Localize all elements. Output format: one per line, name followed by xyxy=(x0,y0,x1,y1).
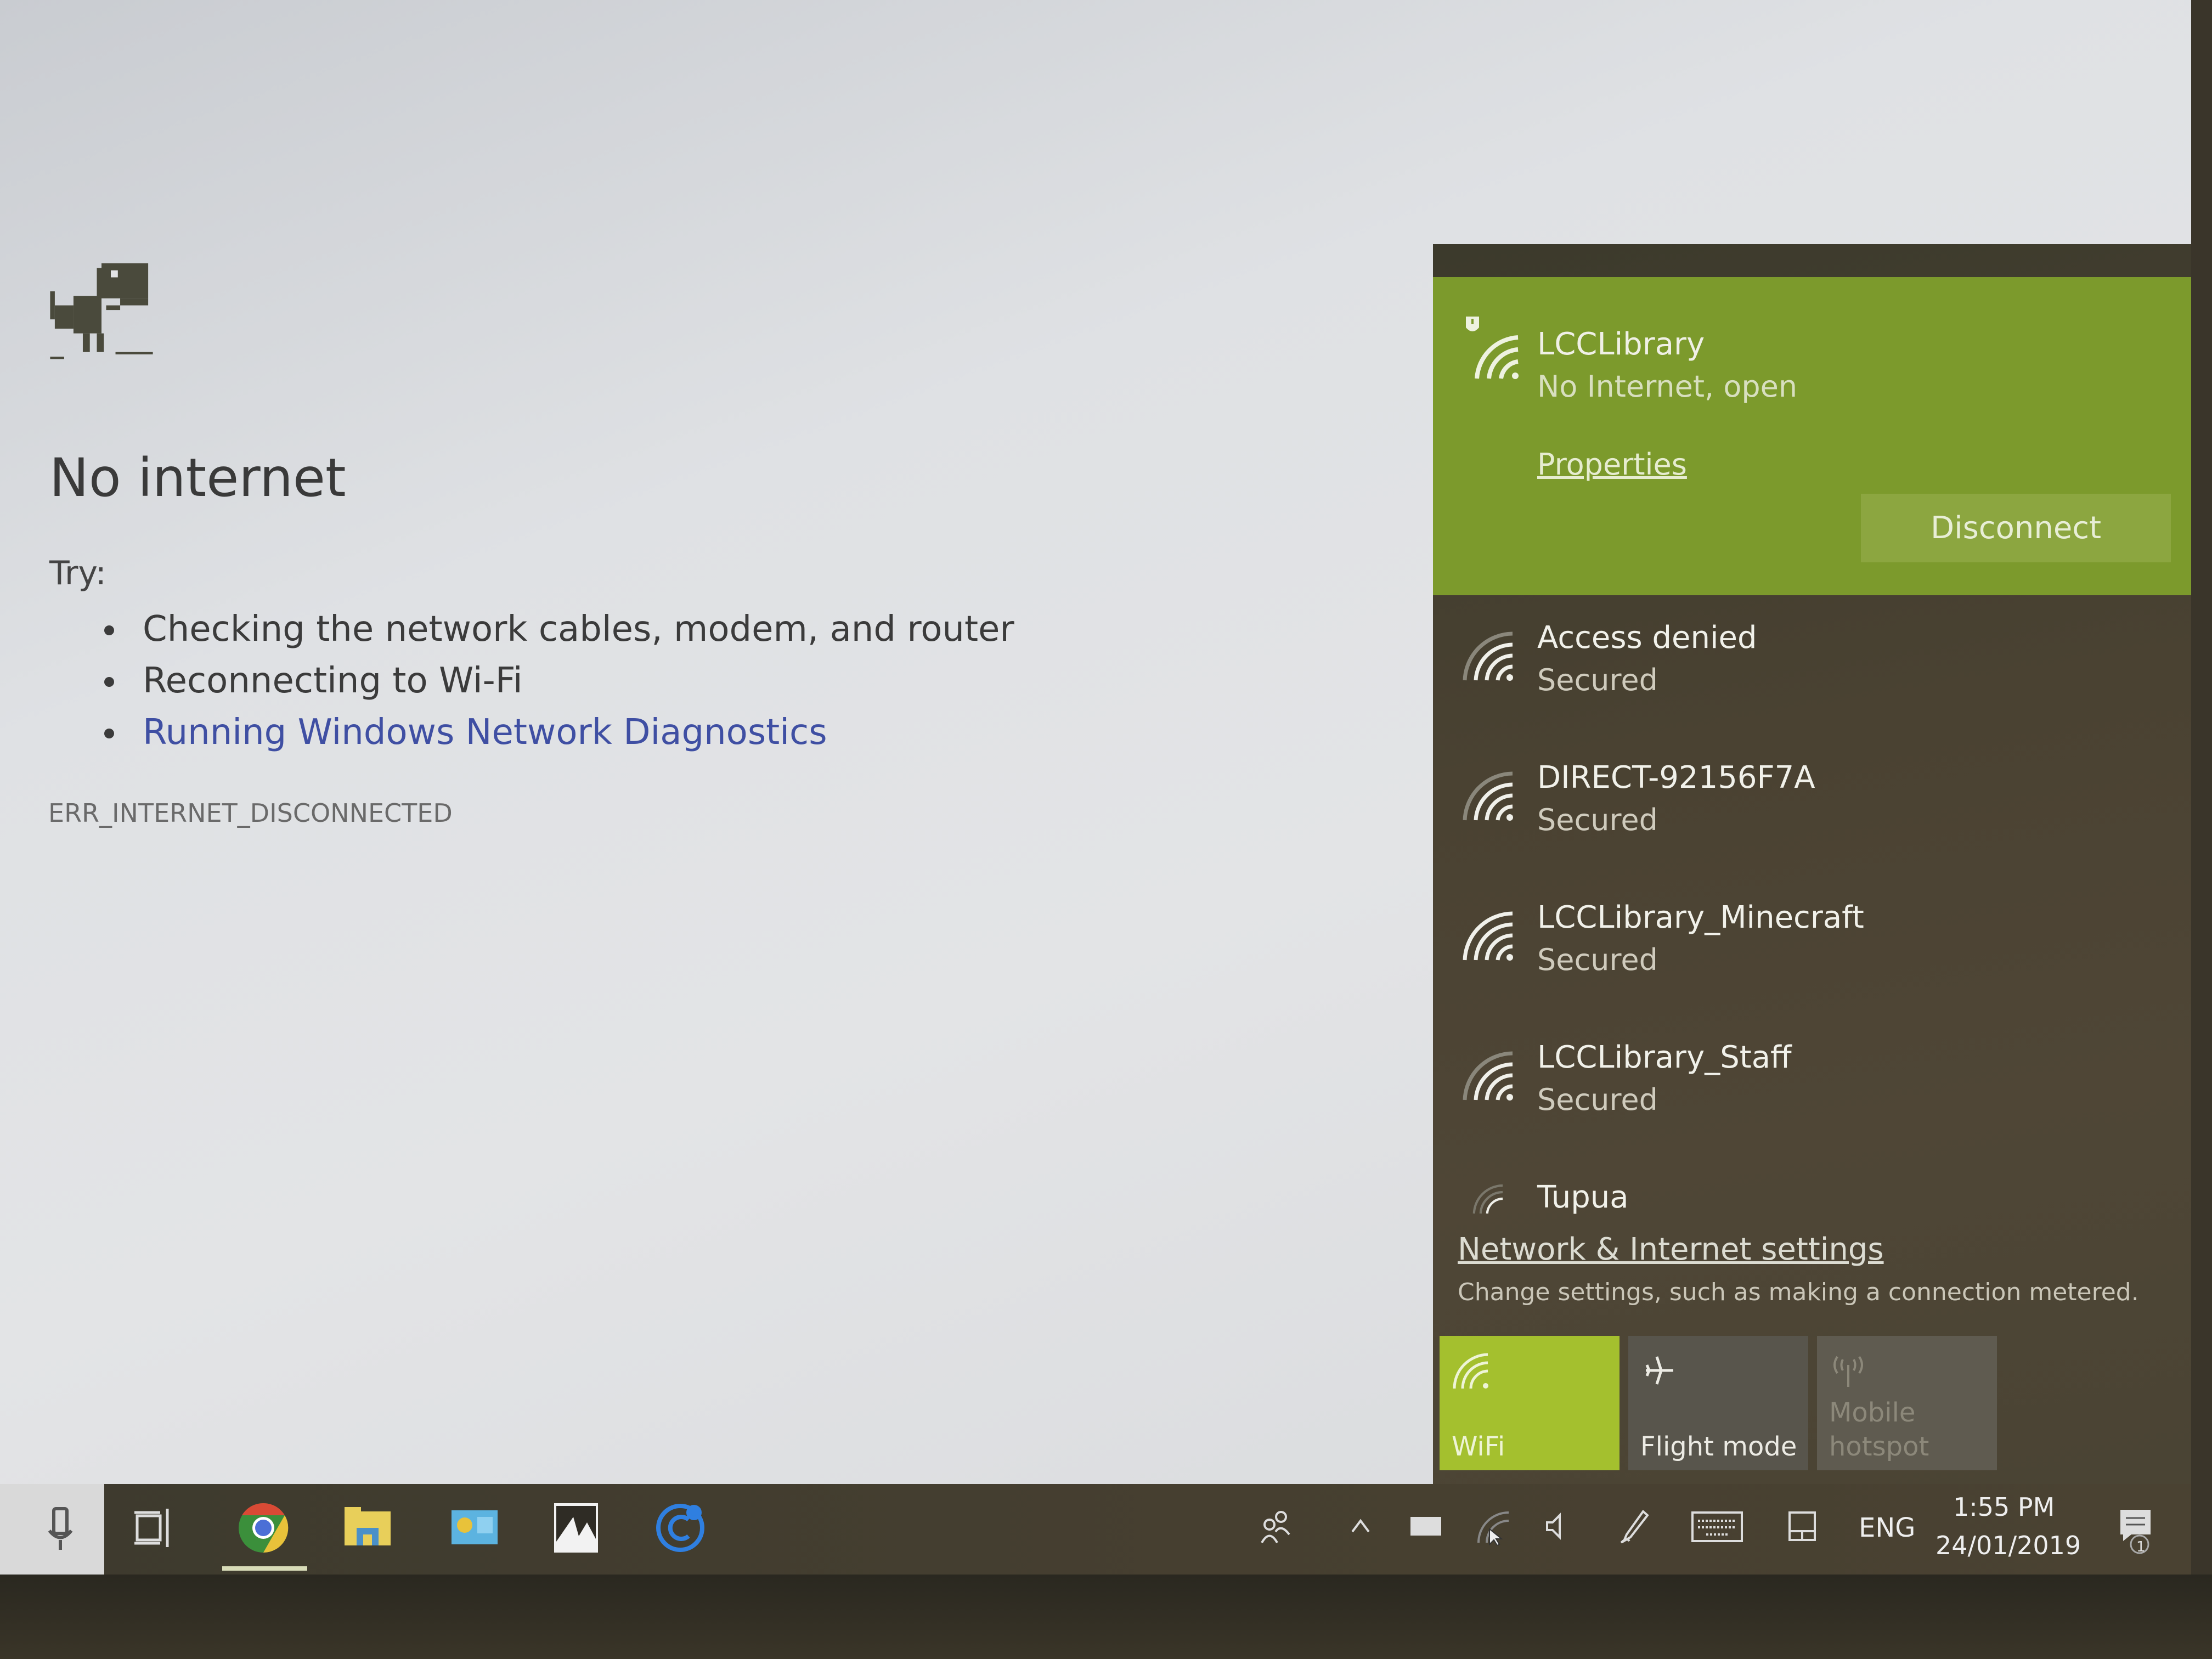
monitor-bezel-bottom xyxy=(0,1575,2212,1659)
mobile-hotspot-label: Mobile hotspot xyxy=(1829,1397,1929,1462)
network-name: LCCLibrary_Minecraft xyxy=(1537,900,1864,935)
file-explorer-icon[interactable] xyxy=(340,1500,395,1555)
network-item[interactable]: LCCLibrary_Staff Secured xyxy=(1433,1026,2191,1166)
error-code: ERR_INTERNET_DISCONNECTED xyxy=(48,798,453,828)
network-name: DIRECT-92156F7A xyxy=(1537,760,1815,795)
flight-mode-toggle[interactable]: Flight mode xyxy=(1628,1336,1808,1470)
disconnect-button[interactable]: Disconnect xyxy=(1861,494,2171,562)
suggestion-item: Reconnecting to Wi-Fi xyxy=(104,655,1014,707)
network-item[interactable]: LCCLibrary_Minecraft Secured xyxy=(1433,886,2191,1026)
network-status: No Internet, open xyxy=(1537,369,1798,404)
input-language[interactable]: ENG xyxy=(1859,1513,1915,1543)
photos-icon[interactable] xyxy=(549,1500,603,1555)
control-panel-icon[interactable] xyxy=(447,1500,502,1555)
monitor-bezel-right xyxy=(2191,0,2212,1575)
notification-count: 1 xyxy=(2136,1539,2146,1555)
clock-date[interactable]: 24/01/2019 xyxy=(1936,1531,2081,1560)
wifi-toggle-label: WiFi xyxy=(1452,1431,1505,1462)
network-status: Secured xyxy=(1537,943,1658,977)
touch-keyboard-icon[interactable] xyxy=(1690,1507,1745,1545)
suggestion-list: Checking the network cables, modem, and … xyxy=(104,603,1014,758)
volume-icon[interactable] xyxy=(1539,1507,1577,1545)
flight-mode-label: Flight mode xyxy=(1640,1431,1797,1462)
wifi-icon xyxy=(1452,1351,1490,1390)
wifi-signal-weak-icon xyxy=(1460,1182,1515,1237)
clock-time[interactable]: 1:55 PM xyxy=(1953,1492,2055,1522)
wifi-signal-icon xyxy=(1460,628,1515,683)
microphone-icon xyxy=(33,1500,88,1555)
network-item[interactable]: Tupua xyxy=(1433,1166,2191,1226)
pen-workspace-icon[interactable] xyxy=(1616,1507,1654,1545)
network-name: Tupua xyxy=(1537,1180,1629,1215)
wifi-signal-icon xyxy=(1460,908,1515,963)
network-name: Access denied xyxy=(1537,620,1757,656)
airplane-icon xyxy=(1640,1351,1679,1390)
suggestion-item: Checking the network cables, modem, and … xyxy=(104,603,1014,655)
network-name: LCCLibrary xyxy=(1537,326,1705,362)
people-icon[interactable] xyxy=(1256,1507,1295,1545)
app-icon[interactable] xyxy=(653,1500,708,1555)
network-item[interactable]: DIRECT-92156F7A Secured xyxy=(1433,746,2191,886)
network-flyout: LCCLibrary No Internet, open Properties … xyxy=(1433,244,2191,1484)
network-settings-link[interactable]: Network & Internet settings xyxy=(1458,1232,1884,1267)
action-center-icon[interactable]: 1 xyxy=(2118,1507,2156,1556)
connected-network[interactable]: LCCLibrary No Internet, open Properties … xyxy=(1433,277,2191,595)
chrome-icon[interactable] xyxy=(236,1500,291,1555)
try-label: Try: xyxy=(49,554,106,592)
network-settings-description: Change settings, such as making a connec… xyxy=(1458,1278,2139,1306)
network-status: Secured xyxy=(1537,1082,1658,1117)
page-title: No internet xyxy=(49,447,346,509)
show-hidden-icons-chevron[interactable] xyxy=(1341,1507,1380,1545)
hotspot-icon xyxy=(1829,1351,1867,1390)
wifi-signal-icon xyxy=(1460,768,1515,823)
network-tray-icon[interactable] xyxy=(1473,1507,1511,1545)
cortana-mic-button[interactable] xyxy=(0,1484,104,1575)
network-status: Secured xyxy=(1537,663,1658,697)
network-status: Secured xyxy=(1537,803,1658,837)
taskbar: ENG 1:55 PM 24/01/2019 1 xyxy=(0,1484,2191,1575)
active-app-indicator xyxy=(222,1566,307,1571)
task-view-icon[interactable] xyxy=(126,1500,181,1555)
touchpad-icon[interactable] xyxy=(1783,1507,1821,1545)
offline-dinosaur-icon[interactable] xyxy=(49,263,154,373)
network-name: LCCLibrary_Staff xyxy=(1537,1040,1792,1075)
network-item[interactable]: Access denied Secured xyxy=(1433,606,2191,746)
wifi-warning-icon xyxy=(1460,315,1521,381)
wifi-toggle[interactable]: WiFi xyxy=(1440,1336,1620,1470)
network-diagnostics-link[interactable]: Running Windows Network Diagnostics xyxy=(104,707,1014,758)
properties-link[interactable]: Properties xyxy=(1537,447,1687,482)
wifi-signal-icon xyxy=(1460,1048,1515,1103)
mobile-hotspot-toggle[interactable]: Mobile hotspot xyxy=(1817,1336,1997,1470)
battery-icon[interactable] xyxy=(1407,1507,1446,1545)
